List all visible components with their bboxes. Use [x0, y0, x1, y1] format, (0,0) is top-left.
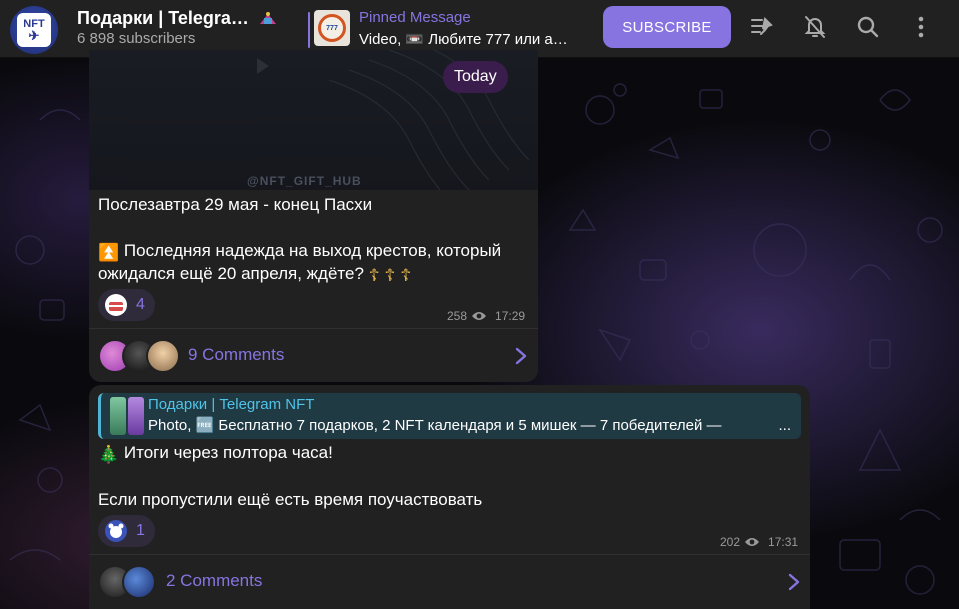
- subscribe-button[interactable]: SUBSCRIBE: [603, 6, 731, 48]
- pinned-thumbnail-image: 777: [318, 14, 346, 42]
- view-count: 202: [720, 535, 741, 549]
- more-menu-icon[interactable]: [908, 14, 934, 40]
- forwarded-preview[interactable]: Подарки | Telegram NFT Photo, 🆓 Бесплатн…: [98, 393, 801, 439]
- commenter-avatar: [122, 565, 156, 599]
- pinned-indicator: [308, 12, 310, 48]
- gift-emoji-icon: [260, 12, 276, 24]
- message-text-line: Послезавтра 29 мая - конец Пасхи: [98, 195, 373, 214]
- cross-emoji-icon: ☦ ☦ ☦: [368, 266, 412, 285]
- gift-bear-reaction-icon: [105, 520, 127, 542]
- forward-thumbnail: [128, 397, 144, 435]
- forward-ellipsis: ...: [778, 417, 791, 434]
- video-watermark: @NFT_GIFT_HUB: [247, 174, 362, 188]
- search-icon[interactable]: [855, 14, 881, 40]
- channel-title[interactable]: Подарки | Telegra…: [77, 8, 249, 29]
- message-time: 17:29: [495, 309, 526, 323]
- commenter-avatar: [146, 339, 180, 373]
- comments-button[interactable]: 9 Comments: [89, 328, 538, 382]
- chevron-right-icon: [515, 347, 527, 365]
- message-text-line: 🎄 Итоги через полтора часа!: [98, 443, 333, 464]
- tree-emoji-icon: 🎄: [98, 445, 120, 464]
- message-time: 17:31: [768, 535, 799, 549]
- subscriber-count: 6 898 subscribers: [77, 30, 196, 47]
- pinned-message-label[interactable]: Pinned Message: [359, 9, 471, 26]
- pinned-message-preview[interactable]: Video, 📼 Любите 777 или а…: [359, 30, 579, 48]
- view-count: 258: [447, 309, 468, 323]
- forward-thumbnail: [110, 397, 126, 435]
- reaction-chip[interactable]: 1: [98, 515, 155, 547]
- cake-reaction-icon: [105, 294, 127, 316]
- message-text-line: ожидался ещё 20 апреля, ждёте? ☦ ☦ ☦: [98, 264, 412, 285]
- comments-count-label: 2 Comments: [166, 571, 263, 590]
- message-text-line: ⏫ Последняя надежда на выход крестов, ко…: [98, 241, 502, 262]
- message-bubble[interactable]: Подарки | Telegram NFT Photo, 🆓 Бесплатн…: [89, 385, 810, 609]
- eye-icon: [472, 312, 487, 320]
- forward-source-title: Подарки | Telegram NFT: [148, 396, 315, 413]
- reaction-count: 1: [136, 522, 145, 539]
- message-meta: 202 17:31: [720, 535, 798, 549]
- mute-bell-icon[interactable]: [802, 14, 828, 40]
- message-bubble[interactable]: @NFT_GIFT_HUB Послезавтра 29 мая - конец…: [89, 50, 538, 382]
- comments-count-label: 9 Comments: [188, 345, 285, 364]
- chevron-right-icon: [788, 573, 800, 591]
- nft-logo: NFT ✈: [17, 13, 51, 47]
- reaction-chip[interactable]: 4: [98, 289, 155, 321]
- channel-avatar[interactable]: NFT ✈: [10, 6, 58, 54]
- date-badge: Today: [443, 61, 508, 93]
- message-meta: 258 17:29: [447, 309, 525, 323]
- eye-icon: [745, 538, 760, 546]
- message-text-line: Если пропустили ещё есть время поучаство…: [98, 490, 483, 509]
- double-arrow-up-icon: ⏫: [98, 243, 120, 262]
- reaction-count: 4: [136, 296, 145, 313]
- pinned-thumbnail[interactable]: 777: [314, 10, 350, 46]
- pinned-list-icon[interactable]: [749, 14, 775, 40]
- forward-preview-text: Photo, 🆓 Бесплатно 7 подарков, 2 NFT кал…: [148, 417, 722, 434]
- comments-button[interactable]: 2 Comments: [89, 554, 810, 608]
